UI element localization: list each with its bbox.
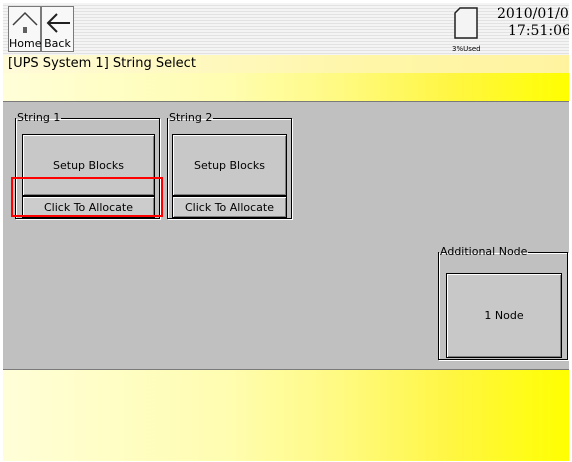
back-button[interactable]: Back xyxy=(41,6,74,52)
storage-indicator: 3%Used xyxy=(452,7,492,53)
string-1-allocate-button[interactable]: Click To Allocate xyxy=(22,196,155,218)
main-panel: String 1 Setup Blocks Click To Allocate … xyxy=(3,101,569,370)
string-2-group: String 2 Setup Blocks Click To Allocate xyxy=(167,112,292,219)
page-title-bar: [UPS System 1] String Select xyxy=(3,55,569,73)
string-2-allocate-button[interactable]: Click To Allocate xyxy=(172,196,287,218)
additional-node-legend: Additional Node xyxy=(440,245,528,258)
top-yellow-band xyxy=(3,73,569,101)
top-bar: Home Back 3%Used 2010/01/08 17:51:06 xyxy=(3,3,569,55)
back-label: Back xyxy=(44,37,71,50)
storage-card-icon xyxy=(454,7,478,39)
additional-node-button[interactable]: 1 Node xyxy=(446,273,562,358)
home-button[interactable]: Home xyxy=(8,6,41,52)
bottom-yellow-band xyxy=(3,370,569,461)
string-2-setup-blocks-button[interactable]: Setup Blocks xyxy=(172,134,287,196)
date-display: 2010/01/08 xyxy=(497,6,569,22)
string-1-setup-blocks-button[interactable]: Setup Blocks xyxy=(22,134,155,196)
home-label: Home xyxy=(9,37,42,50)
time-display: 17:51:06 xyxy=(508,23,569,39)
string-2-legend: String 2 xyxy=(169,111,213,124)
string-1-legend: String 1 xyxy=(17,111,61,124)
page-title: [UPS System 1] String Select xyxy=(8,56,196,71)
string-1-group: String 1 Setup Blocks Click To Allocate xyxy=(15,112,160,219)
screen-frame: Home Back 3%Used 2010/01/08 17:51:06 [UP… xyxy=(3,3,569,461)
additional-node-group: Additional Node 1 Node xyxy=(438,246,568,360)
storage-used-text: 3%Used xyxy=(452,45,481,53)
home-icon xyxy=(12,11,38,33)
back-arrow-icon xyxy=(46,13,70,33)
